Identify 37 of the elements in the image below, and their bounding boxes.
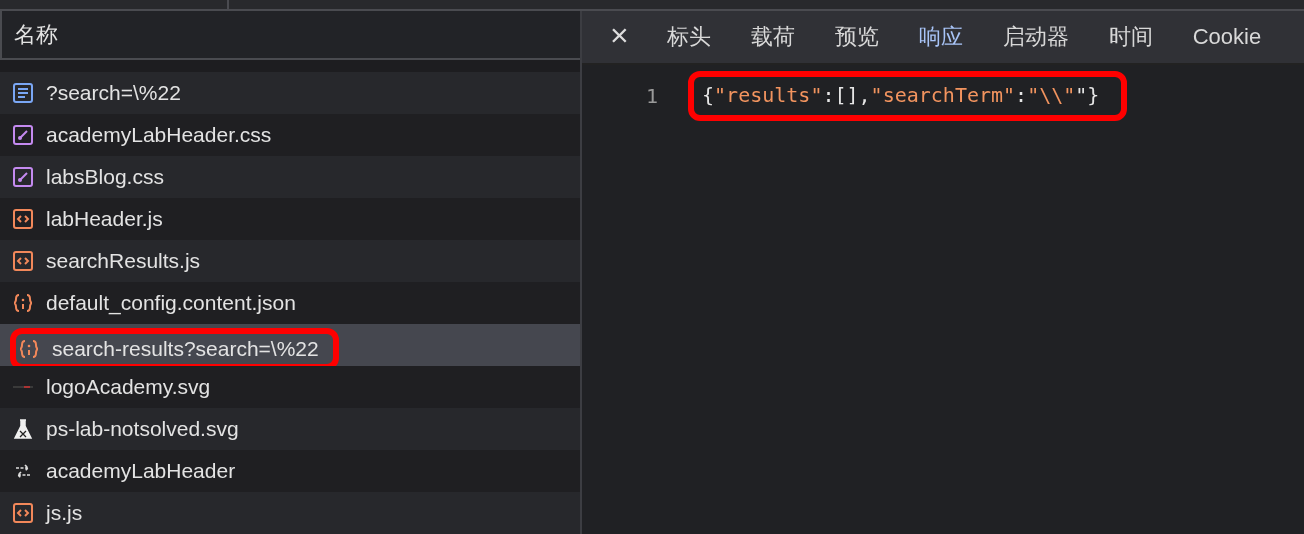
code-icon bbox=[12, 250, 34, 272]
tab[interactable]: 载荷 bbox=[730, 22, 815, 52]
file-name: default_config.content.json bbox=[46, 291, 296, 315]
flask-icon bbox=[12, 418, 34, 440]
file-name: js.js bbox=[46, 501, 83, 525]
file-name: logoAcademy.svg bbox=[46, 375, 211, 399]
braces-icon bbox=[18, 338, 40, 360]
line-number: 1 bbox=[644, 84, 658, 108]
file-name: labHeader.js bbox=[46, 207, 163, 231]
column-header[interactable]: 名称 bbox=[0, 11, 580, 60]
code-icon bbox=[12, 208, 34, 230]
file-name: labsBlog.css bbox=[46, 165, 164, 189]
tab[interactable]: 启动器 bbox=[982, 22, 1089, 52]
file-name: searchResults.js bbox=[46, 249, 201, 273]
code-line: {"results":[],"searchTerm":"\\""} bbox=[702, 83, 1100, 107]
file-name: ps-lab-notsolved.svg bbox=[46, 417, 239, 441]
tab[interactable]: 标头 bbox=[646, 22, 731, 52]
tab[interactable]: 响应 bbox=[898, 22, 983, 52]
file-name: academyLabHeader.css bbox=[46, 123, 272, 147]
document-icon bbox=[12, 82, 34, 104]
code-icon bbox=[12, 502, 34, 524]
brush-icon bbox=[12, 124, 34, 146]
file-name: academyLabHeader bbox=[46, 459, 236, 483]
request-row[interactable]: ?search=\%22 bbox=[0, 72, 580, 114]
close-button[interactable]: × bbox=[582, 16, 647, 58]
tab[interactable]: 预览 bbox=[814, 22, 899, 52]
brush-icon bbox=[12, 166, 34, 188]
braces-icon bbox=[12, 292, 34, 314]
request-row[interactable]: search-results?search=\%22 bbox=[0, 324, 580, 366]
request-row[interactable]: labsBlog.css bbox=[0, 156, 580, 198]
tab[interactable]: Cookie bbox=[1172, 24, 1282, 50]
request-row[interactable]: searchResults.js bbox=[0, 240, 580, 282]
tab[interactable]: 时间 bbox=[1088, 22, 1173, 52]
request-row[interactable]: ps-lab-notsolved.svg bbox=[0, 408, 580, 450]
file-name: ?search=\%22 bbox=[46, 81, 181, 105]
file-name: search-results?search=\%22 bbox=[52, 337, 319, 361]
request-row[interactable]: js.js bbox=[0, 492, 580, 534]
